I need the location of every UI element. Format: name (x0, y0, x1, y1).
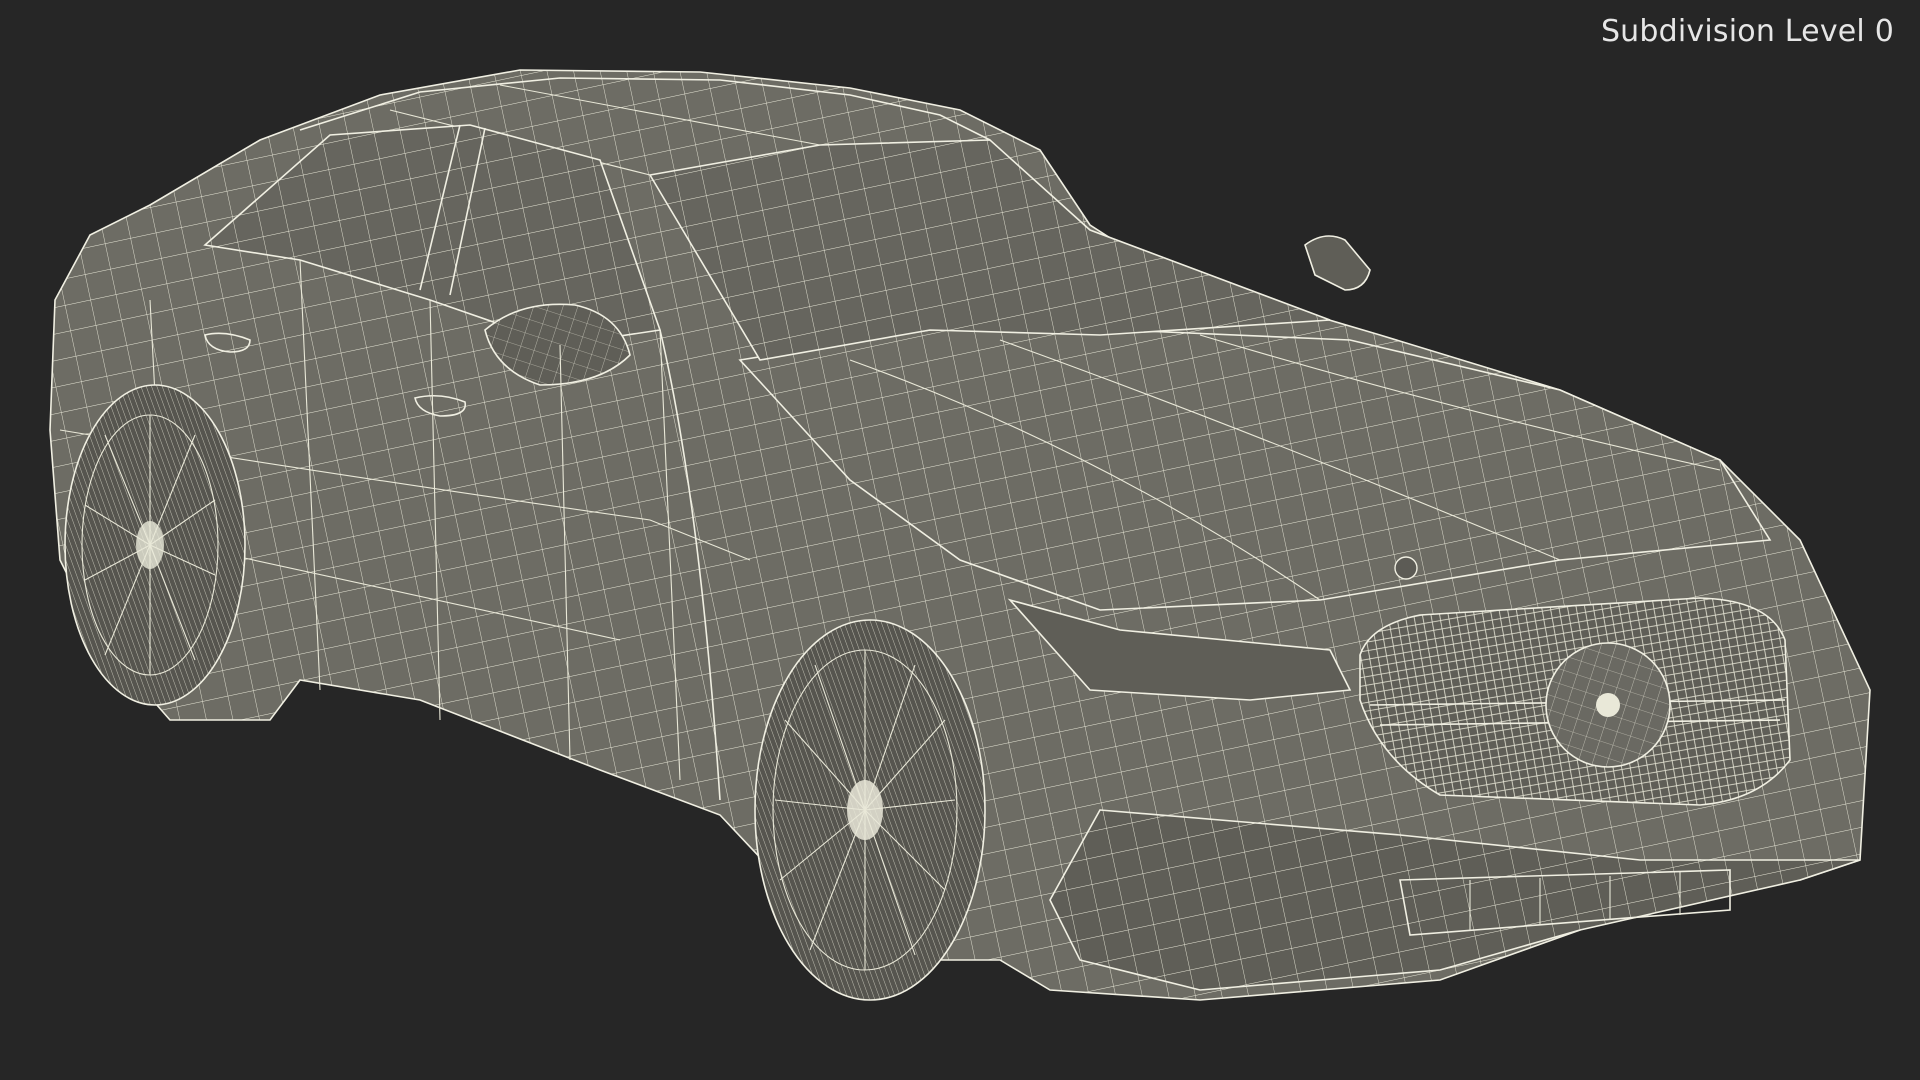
side-mirror-right (1304, 235, 1371, 291)
rear-wheel (64, 384, 246, 706)
car-wireframe-render[interactable] (0, 0, 1920, 1080)
front-emblem (1545, 642, 1671, 768)
3d-viewport[interactable]: Subdivision Level 0 (0, 0, 1920, 1080)
front-wheel (754, 619, 986, 1001)
hood-star-icon (1394, 556, 1418, 580)
windshield (648, 139, 1331, 361)
